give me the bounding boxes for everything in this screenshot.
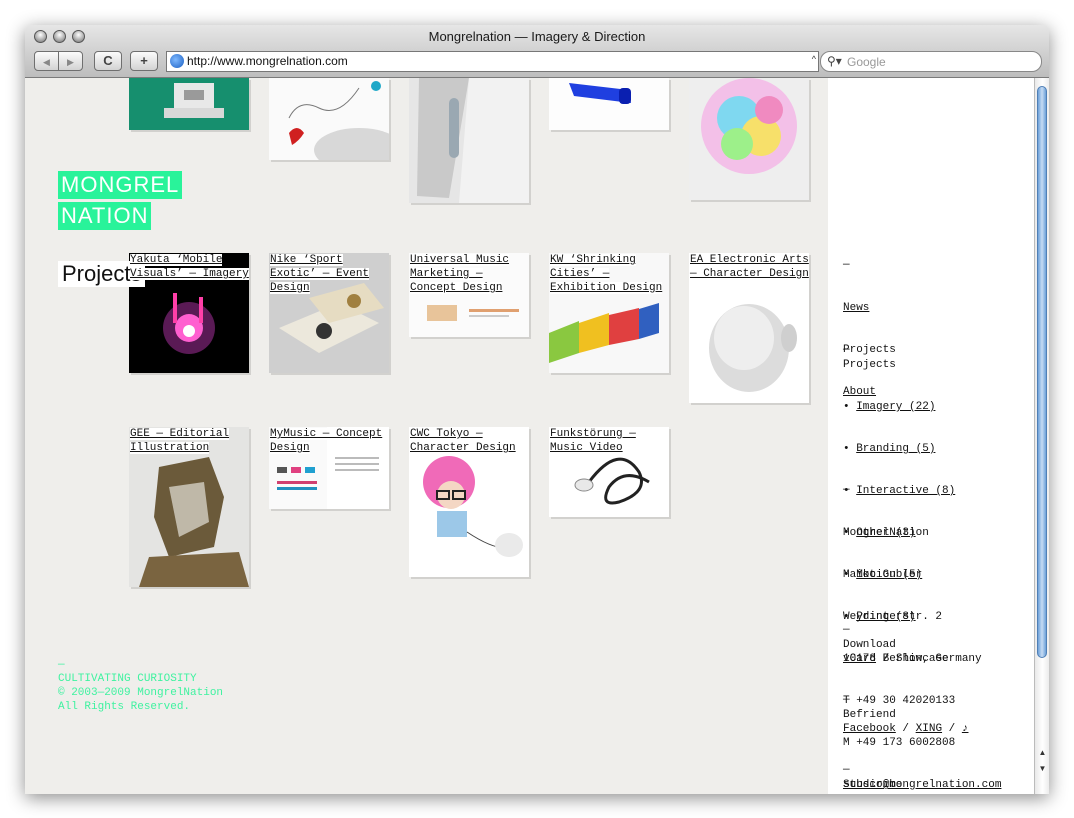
search-icon: ⚲▾	[827, 54, 842, 68]
project-thumb-partial[interactable]	[549, 78, 669, 130]
sidebar-dash: —	[843, 344, 850, 356]
categories-title: Projects	[843, 359, 896, 371]
project-caption[interactable]: Nike ‘Sport Exotic’ — Event Design	[270, 253, 389, 295]
scrollbar-thumb[interactable]	[1037, 86, 1047, 658]
music-note-icon[interactable]: ♪	[962, 723, 969, 735]
separator: /	[882, 653, 890, 665]
sidebar: — News Projects About — Projects • Image…	[828, 78, 1034, 794]
reload-icon: C	[103, 53, 113, 68]
building-model-image	[129, 78, 249, 130]
window-title: Mongrelnation — Imagery & Direction	[428, 29, 646, 44]
project-thumb-partial[interactable]	[409, 78, 529, 203]
plus-icon: +	[140, 53, 148, 68]
nav-link-news[interactable]: News	[843, 301, 896, 315]
sidebar-dash: —	[843, 764, 850, 776]
page-content: MONGREL NATION Yakuta ‘Mobile Visuals’ —…	[25, 78, 1049, 794]
separator: /	[948, 723, 956, 735]
blue-object-image	[549, 78, 669, 130]
project-thumb-partial[interactable]	[689, 78, 809, 200]
project-thumb-cwc[interactable]: CWC Tokyo — Character Design	[409, 427, 529, 577]
category-link-branding[interactable]: Branding (5)	[856, 443, 935, 455]
project-caption[interactable]: EA Electronic Arts — Character Design	[690, 253, 809, 281]
xing-link[interactable]: XING	[916, 723, 942, 735]
puma-illustration-image	[269, 78, 389, 160]
page-footer: — CULTIVATING CURIOSITY © 2003—2009 Mong…	[58, 658, 223, 714]
address-url: http://www.mongrelnation.com	[187, 54, 348, 68]
sidebar-dash: —	[843, 624, 850, 636]
back-button[interactable]: ◀	[34, 51, 59, 71]
logo-line-1: MONGREL	[58, 171, 183, 199]
vcard-link[interactable]: vCard	[843, 653, 876, 665]
project-caption[interactable]: MyMusic — Concept Design	[270, 427, 389, 455]
project-thumb-universal[interactable]: Universal Music Marketing — Concept Desi…	[409, 253, 529, 337]
project-thumb-yakuta[interactable]: Yakuta ‘Mobile Visuals’ — Imagery	[129, 253, 249, 373]
subscribe-title: Subscribe	[843, 779, 903, 791]
contact-line: M +49 173 6002808	[843, 737, 956, 749]
contact-line: Maiko Gubler	[843, 569, 923, 581]
project-caption[interactable]: CWC Tokyo — Character Design	[410, 427, 529, 455]
forward-button[interactable]: ▶	[58, 51, 83, 71]
project-thumb-funkstoerung[interactable]: Funkstörung — Music Video	[549, 427, 669, 517]
project-thumb-kw[interactable]: KW ‘Shrinking Cities’ — Exhibition Desig…	[549, 253, 669, 373]
project-caption[interactable]: Funkstörung — Music Video	[550, 427, 669, 455]
download-title: Download	[843, 639, 896, 651]
project-thumb-mymusic[interactable]: MyMusic — Concept Design	[269, 427, 389, 509]
chevron-up-icon[interactable]: ^	[812, 54, 816, 64]
download-links: vCard / Showcase	[843, 652, 949, 666]
scroll-up-arrow-icon[interactable]: ▲	[1037, 748, 1048, 757]
browser-window: Mongrelnation — Imagery & Direction ◀ ▶ …	[25, 25, 1049, 794]
back-arrow-icon: ◀	[43, 57, 50, 67]
forward-arrow-icon: ▶	[67, 57, 74, 67]
showcase-link[interactable]: Showcase	[896, 653, 949, 665]
category-link-interactive[interactable]: Interactive (8)	[856, 485, 955, 497]
contact-line: MongrelNation	[843, 527, 929, 539]
category-link-imagery[interactable]: Imagery (22)	[856, 401, 935, 413]
project-thumb-ea[interactable]: EA Electronic Arts — Character Design	[689, 253, 809, 403]
site-logo[interactable]: MONGREL NATION	[58, 171, 183, 233]
footer-copyright: © 2003—2009 MongrelNation	[58, 687, 224, 699]
project-thumb-partial[interactable]	[269, 78, 389, 160]
footer-rights: All Rights Reserved.	[58, 701, 191, 713]
scroll-down-arrow-icon[interactable]: ▼	[1037, 764, 1048, 773]
contact-line: Weydingerstr. 2	[843, 611, 943, 623]
project-thumb-nike[interactable]: Nike ‘Sport Exotic’ — Event Design	[269, 253, 389, 373]
project-caption[interactable]: Universal Music Marketing — Concept Desi…	[410, 253, 529, 295]
add-bookmark-button[interactable]: +	[130, 51, 158, 71]
sidebar-dash: —	[843, 484, 850, 496]
project-caption[interactable]: Yakuta ‘Mobile Visuals’ — Imagery	[130, 253, 249, 281]
befriend-title: Befriend	[843, 709, 896, 721]
footer-dash: —	[58, 659, 65, 671]
address-bar[interactable]: http://www.mongrelnation.com ^	[166, 51, 819, 72]
footer-tagline: CULTIVATING CURIOSITY	[58, 673, 197, 685]
browser-toolbar: Mongrelnation — Imagery & Direction ◀ ▶ …	[25, 25, 1049, 78]
globe-icon	[170, 54, 184, 68]
contact-line: T +49 30 42020133	[843, 695, 956, 707]
facebook-link[interactable]: Facebook	[843, 723, 896, 735]
colorful-tangle-image	[689, 78, 809, 200]
search-placeholder: Google	[847, 55, 886, 69]
project-thumb-partial[interactable]	[129, 78, 249, 130]
project-thumb-gee[interactable]: GEE — Editorial Illustration	[129, 427, 249, 587]
project-caption[interactable]: KW ‘Shrinking Cities’ — Exhibition Desig…	[550, 253, 669, 295]
befriend-links: Facebook / XING / ♪	[843, 722, 968, 736]
vertical-scrollbar[interactable]: ▲ ▼	[1034, 78, 1049, 794]
search-input[interactable]: ⚲▾ Google	[820, 51, 1042, 72]
sidebar-dash: —	[843, 694, 850, 706]
project-caption[interactable]: GEE — Editorial Illustration	[130, 427, 249, 455]
reload-button[interactable]: C	[94, 51, 122, 71]
nav-link-projects[interactable]: Projects	[843, 343, 896, 357]
sidebar-dash: —	[843, 259, 850, 271]
logo-line-2: NATION	[58, 202, 152, 230]
device-render-image	[409, 78, 529, 203]
separator: /	[902, 723, 910, 735]
